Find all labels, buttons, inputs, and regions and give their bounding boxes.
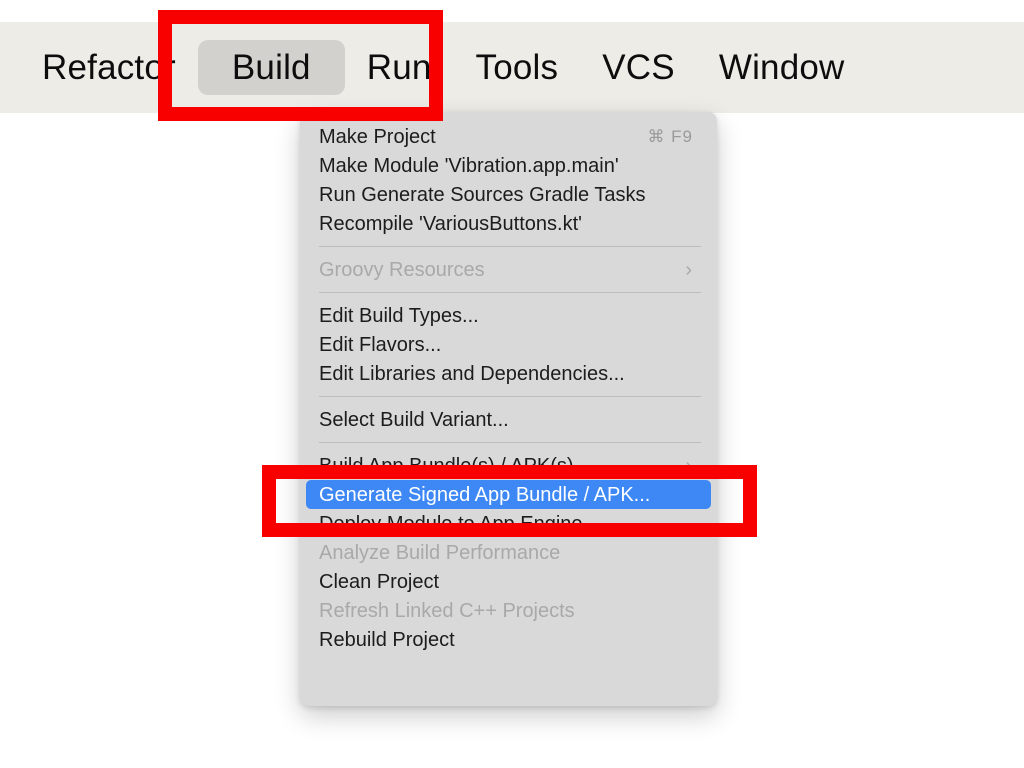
menubar-item-vcs[interactable]: VCS xyxy=(580,40,697,95)
menubar-item-window[interactable]: Window xyxy=(697,40,867,95)
menu-item-select-build-variant[interactable]: Select Build Variant... xyxy=(300,405,717,434)
menu-item-label: Clean Project xyxy=(319,570,440,593)
menu-item-groovy-resources: Groovy Resources › xyxy=(300,255,717,284)
annotation-box-generate-signed-bundle xyxy=(262,465,757,537)
menu-item-label: Edit Libraries and Dependencies... xyxy=(319,362,625,385)
menu-separator xyxy=(319,292,701,293)
menu-item-label: Make Project xyxy=(319,125,436,148)
menu-separator xyxy=(319,442,701,443)
menu-item-make-module-vibration-app-main[interactable]: Make Module 'Vibration.app.main' xyxy=(300,151,717,180)
menubar-item-tools[interactable]: Tools xyxy=(454,40,581,95)
menu-item-label: Analyze Build Performance xyxy=(319,541,561,564)
menu-separator xyxy=(319,246,701,247)
build-dropdown-menu: Make Project ⌘ F9 Make Module 'Vibration.a… xyxy=(300,112,717,706)
menu-item-make-project[interactable]: Make Project ⌘ F9 xyxy=(300,122,717,151)
menu-item-label: Edit Build Types... xyxy=(319,304,479,327)
menu-item-refresh-linked-c-projects: Refresh Linked C++ Projects xyxy=(300,596,717,625)
menu-item-clean-project[interactable]: Clean Project xyxy=(300,567,717,596)
menu-item-edit-flavors[interactable]: Edit Flavors... xyxy=(300,330,717,359)
menu-separator xyxy=(319,396,701,397)
menu-item-rebuild-project[interactable]: Rebuild Project xyxy=(300,625,717,654)
chevron-right-icon: › xyxy=(685,258,692,281)
menu-item-label: Edit Flavors... xyxy=(319,333,442,356)
menu-item-label: Groovy Resources xyxy=(319,258,485,281)
menu-item-label: Rebuild Project xyxy=(319,628,455,651)
menu-item-recompile-variousbuttons-kt[interactable]: Recompile 'VariousButtons.kt' xyxy=(300,209,717,238)
annotation-box-build-menu xyxy=(158,10,443,121)
menu-item-label: Make Module 'Vibration.app.main' xyxy=(319,154,619,177)
menu-item-run-generate-sources-gradle-tasks[interactable]: Run Generate Sources Gradle Tasks xyxy=(300,180,717,209)
menu-item-label: Select Build Variant... xyxy=(319,408,509,431)
menu-item-analyze-build-performance: Analyze Build Performance xyxy=(300,538,717,567)
menu-bar: Refactor Build Run Tools VCS Window xyxy=(0,22,1024,113)
menu-item-label: Refresh Linked C++ Projects xyxy=(319,599,575,622)
menu-item-label: Recompile 'VariousButtons.kt' xyxy=(319,212,582,235)
menu-item-edit-build-types[interactable]: Edit Build Types... xyxy=(300,301,717,330)
menu-item-label: Run Generate Sources Gradle Tasks xyxy=(319,183,646,206)
menu-item-edit-libraries-and-dependencies[interactable]: Edit Libraries and Dependencies... xyxy=(300,359,717,388)
menu-item-shortcut: ⌘ F9 xyxy=(647,127,693,146)
